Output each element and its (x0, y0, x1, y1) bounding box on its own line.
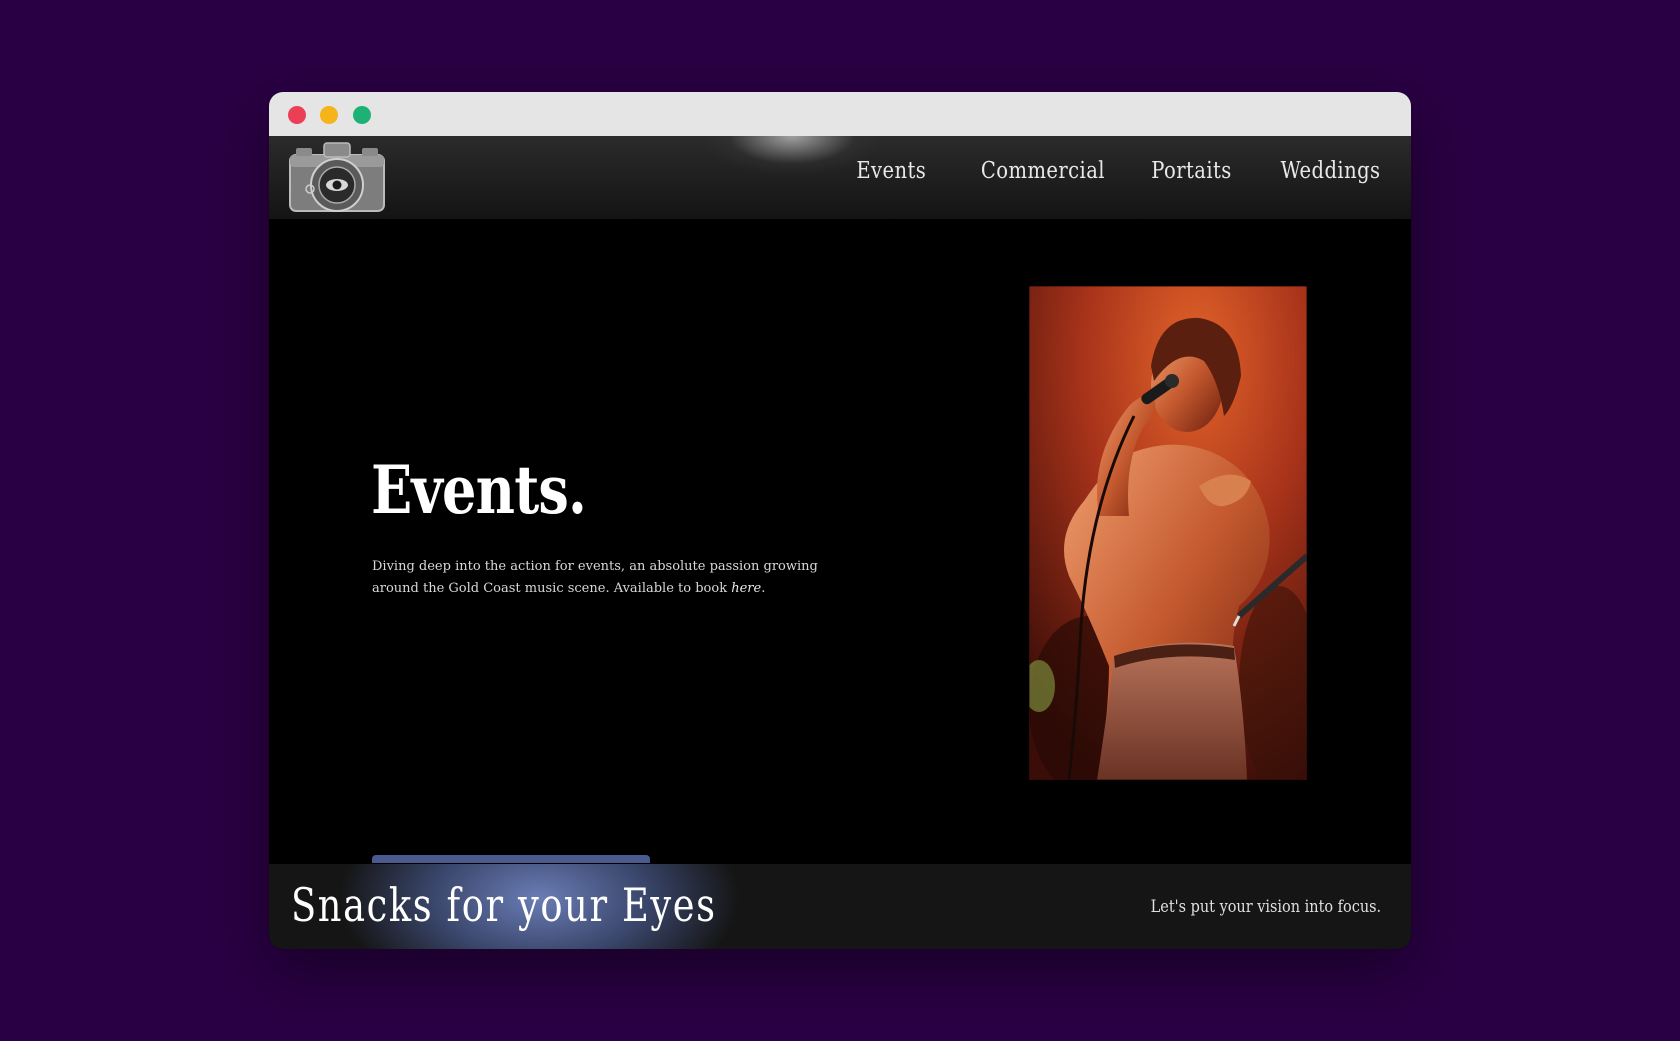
performer-photo (1029, 286, 1307, 780)
minimize-window-button[interactable] (320, 106, 338, 124)
maximize-window-button[interactable] (353, 106, 371, 124)
hero-title: Events. (371, 451, 587, 529)
main-navigation: Events Commercial Portaits Weddings (844, 158, 1381, 184)
book-here-link[interactable]: here (731, 581, 761, 596)
window-titlebar (269, 92, 1411, 136)
footer-brand[interactable]: Snacks for your Eyes (291, 878, 717, 932)
site-footer: Snacks for your Eyes Let's put your visi… (269, 864, 1411, 949)
close-window-button[interactable] (288, 106, 306, 124)
hero-section: Events. Diving deep into the action for … (269, 219, 1411, 856)
nav-link-weddings[interactable]: Weddings (1281, 158, 1381, 184)
site-header: Events Commercial Portaits Weddings (269, 136, 1411, 219)
nav-link-commercial[interactable]: Commercial (981, 158, 1105, 184)
hero-description: Diving deep into the action for events, … (372, 556, 842, 600)
nav-link-events[interactable]: Events (857, 158, 927, 184)
nav-link-portraits[interactable]: Portaits (1151, 158, 1232, 184)
footer-tab-indicator (372, 855, 650, 863)
browser-window: Events Commercial Portaits Weddings Even… (269, 92, 1411, 949)
hero-description-end: . (761, 581, 766, 596)
footer-tagline: Let's put your vision into focus. (1150, 897, 1381, 917)
camera-logo-icon[interactable] (288, 139, 386, 215)
